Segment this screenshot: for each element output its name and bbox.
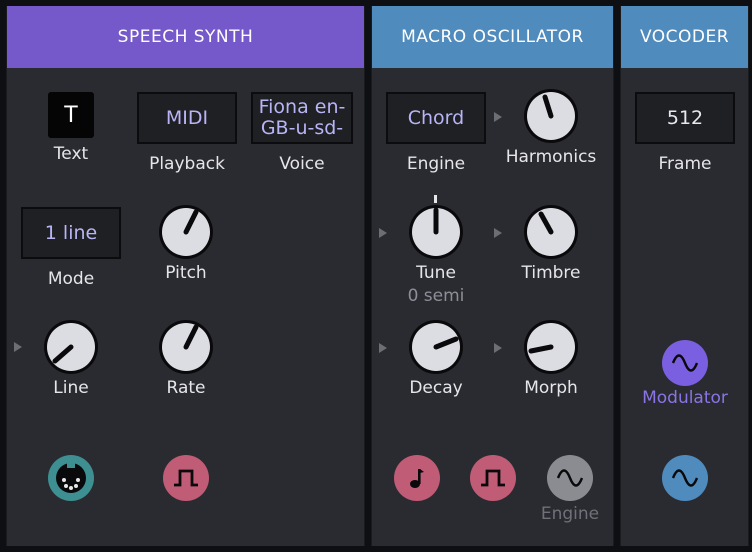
vocoder-header: VOCODER: [621, 6, 748, 68]
timbre-input-arrow: [494, 228, 502, 238]
rate-label: Rate: [166, 378, 206, 398]
speech-synth-header: SPEECH SYNTH: [7, 6, 364, 68]
frame-selector[interactable]: 512: [635, 92, 735, 144]
macro-oscillator-panel: MACRO OSCILLATOR Chord Engine Harmonics …: [371, 6, 614, 546]
rate-knob[interactable]: [158, 319, 214, 375]
timbre-label: Timbre: [521, 263, 581, 283]
vocoder-output-port[interactable]: [662, 455, 708, 501]
line-input-arrow: [14, 342, 22, 352]
square-wave-icon: [481, 469, 505, 487]
tune-input-arrow: [379, 228, 387, 238]
mode-selector[interactable]: 1 line: [21, 207, 121, 259]
tune-knob[interactable]: [408, 204, 464, 260]
tune-value: 0 semi: [407, 286, 465, 306]
sine-wave-icon: [671, 354, 699, 372]
decay-label: Decay: [409, 378, 463, 398]
note-icon: [410, 469, 424, 488]
speech-synth-panel: SPEECH SYNTH T Text MIDI Playback Fiona …: [6, 6, 365, 546]
engine-port-label: Engine: [540, 504, 600, 524]
playback-selector[interactable]: MIDI: [137, 92, 237, 144]
midi-port-icon: [56, 463, 86, 493]
voice-selector[interactable]: Fiona en-GB-u-sd-: [251, 92, 353, 144]
voice-label: Voice: [279, 154, 325, 174]
decay-input-arrow: [379, 343, 387, 353]
line-knob[interactable]: [43, 319, 99, 375]
text-button[interactable]: T: [48, 92, 94, 138]
harmonics-label: Harmonics: [505, 147, 597, 167]
harmonics-knob[interactable]: [523, 88, 579, 144]
modulator-input-port[interactable]: [662, 340, 708, 386]
frame-label: Frame: [658, 154, 712, 174]
engine-selector[interactable]: Chord: [386, 92, 486, 144]
gate-input-port[interactable]: [163, 455, 209, 501]
sine-wave-icon: [671, 469, 699, 487]
macro-oscillator-header: MACRO OSCILLATOR: [372, 6, 613, 68]
tune-center-tick: [434, 195, 437, 203]
pitch-input-port[interactable]: [394, 455, 440, 501]
timbre-knob[interactable]: [523, 204, 579, 260]
vocoder-panel: VOCODER 512 Frame Modulator: [620, 6, 749, 546]
text-label: Text: [53, 144, 89, 164]
morph-input-arrow: [494, 343, 502, 353]
morph-label: Morph: [524, 378, 578, 398]
decay-knob[interactable]: [408, 319, 464, 375]
pitch-label: Pitch: [165, 263, 207, 283]
engine-label: Engine: [406, 154, 466, 174]
sine-wave-icon: [556, 469, 584, 487]
tune-label: Tune: [416, 263, 456, 283]
pitch-knob[interactable]: [158, 204, 214, 260]
midi-input-port[interactable]: [48, 455, 94, 501]
square-wave-icon: [174, 469, 198, 487]
engine-output-port[interactable]: [547, 455, 593, 501]
playback-label: Playback: [149, 154, 225, 174]
mode-label: Mode: [47, 269, 95, 289]
morph-knob[interactable]: [523, 319, 579, 375]
modulator-label: Modulator: [642, 388, 728, 408]
line-label: Line: [53, 378, 89, 398]
harmonics-input-arrow: [494, 112, 502, 122]
trigger-input-port[interactable]: [470, 455, 516, 501]
